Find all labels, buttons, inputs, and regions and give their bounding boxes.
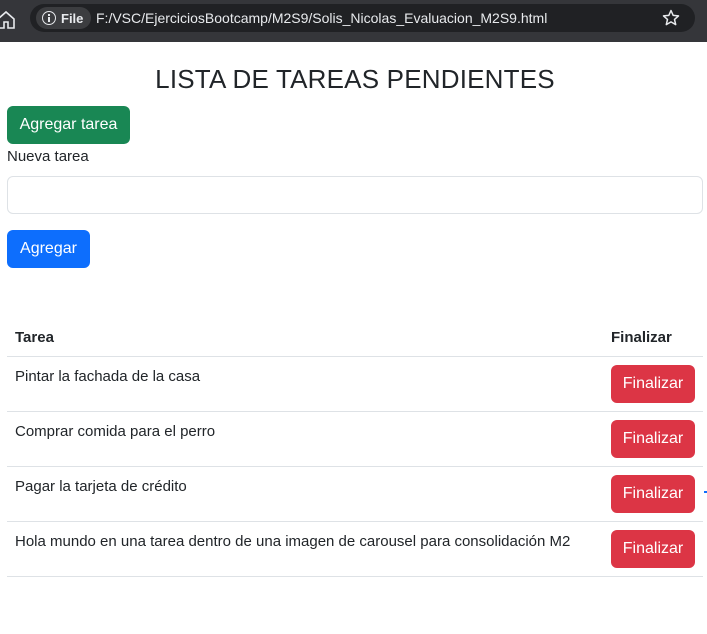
address-bar[interactable]: File F:/VSC/EjerciciosBootcamp/M2S9/Soli… bbox=[30, 4, 695, 32]
site-info-chip[interactable]: File bbox=[36, 7, 92, 29]
file-label: File bbox=[61, 10, 84, 26]
task-text: Pagar la tarjeta de crédito bbox=[7, 466, 611, 522]
table-row: Comprar comida para el perro Finalizar bbox=[7, 411, 703, 467]
browser-toolbar: File F:/VSC/EjerciciosBootcamp/M2S9/Soli… bbox=[0, 0, 707, 42]
task-action-cell: Finalizar bbox=[611, 411, 703, 467]
task-action-cell: Finalizar bbox=[611, 356, 703, 412]
finish-button[interactable]: Finalizar bbox=[611, 420, 695, 458]
page-title: LISTA DE TAREAS PENDIENTES bbox=[155, 64, 555, 94]
table-row: Hola mundo en una tarea dentro de una im… bbox=[7, 521, 703, 577]
task-text: Pintar la fachada de la casa bbox=[7, 356, 611, 412]
finish-button[interactable]: Finalizar bbox=[611, 475, 695, 513]
home-icon[interactable] bbox=[0, 10, 16, 30]
finish-button[interactable]: Finalizar bbox=[611, 365, 695, 403]
new-task-input[interactable] bbox=[7, 176, 703, 214]
task-action-cell: Finalizar bbox=[611, 521, 703, 577]
header-task: Tarea bbox=[7, 318, 611, 357]
table-header-row: Tarea Finalizar bbox=[7, 318, 703, 357]
table-row: Pintar la fachada de la casa Finalizar bbox=[7, 356, 703, 412]
add-button[interactable]: Agregar bbox=[7, 230, 90, 268]
table-row: Pagar la tarjeta de crédito Finalizar bbox=[7, 466, 703, 522]
url-text[interactable]: F:/VSC/EjerciciosBootcamp/M2S9/Solis_Nic… bbox=[96, 10, 547, 26]
task-text: Hola mundo en una tarea dentro de una im… bbox=[7, 521, 611, 577]
header-finish: Finalizar bbox=[611, 318, 703, 357]
bookmark-star-icon[interactable] bbox=[661, 8, 681, 28]
finish-button[interactable]: Finalizar bbox=[611, 530, 695, 568]
new-task-label: Nueva tarea bbox=[7, 148, 89, 165]
task-action-cell: Finalizar bbox=[611, 466, 703, 522]
info-icon bbox=[42, 11, 56, 25]
add-task-toggle-button[interactable]: Agregar tarea bbox=[7, 106, 130, 144]
tasks-table: Tarea Finalizar Pintar la fachada de la … bbox=[7, 318, 703, 577]
task-text: Comprar comida para el perro bbox=[7, 411, 611, 467]
